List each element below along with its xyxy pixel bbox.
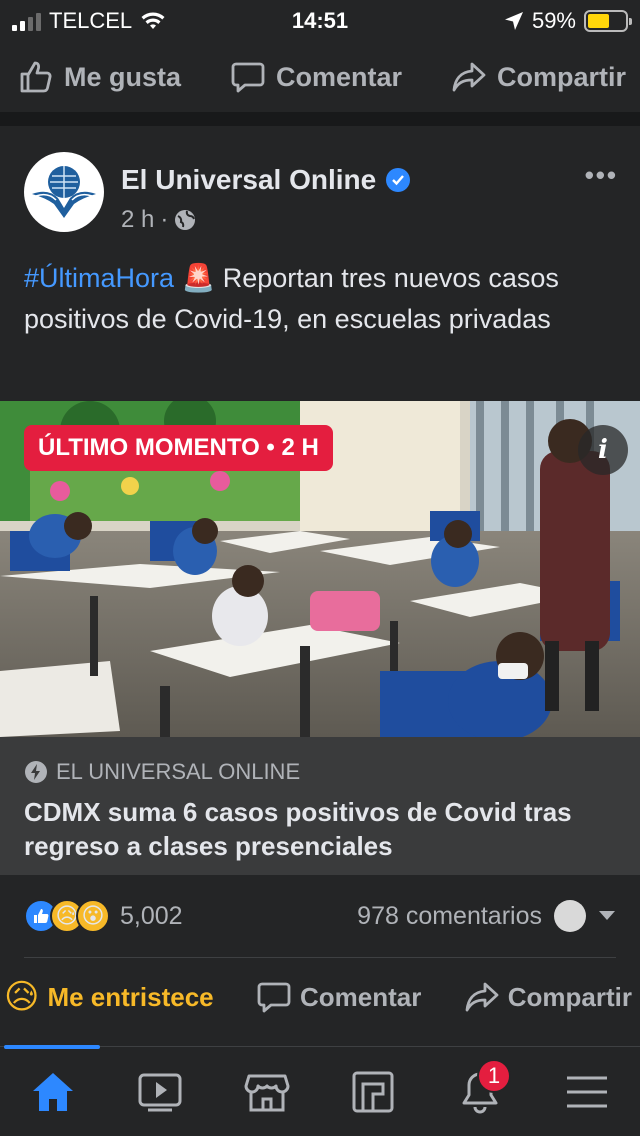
status-bar: TELCEL 14:51 59% [0,0,640,42]
link-preview[interactable]: EL UNIVERSAL ONLINE CDMX suma 6 casos po… [0,737,640,875]
page-name[interactable]: El Universal Online [121,164,411,196]
page-avatar[interactable] [24,152,104,232]
share-label: Compartir [507,981,632,1012]
reacted-label: Me entristece [47,981,214,1012]
comment-bubble-icon [231,62,265,93]
active-tab-indicator [4,1045,100,1049]
post-actions: 😥 Me entristece Comentar Compartir [0,966,640,1028]
verified-badge-icon [386,168,411,192]
tab-notifications[interactable]: 1 [445,1057,515,1127]
post-photo[interactable]: ÚLTIMO MOMENTO • 2 H i [0,401,640,737]
battery-percent: 59% [531,8,576,33]
commenter-avatar [554,900,586,932]
tab-groups[interactable] [338,1057,408,1127]
comment-label: Comentar [300,981,422,1012]
comments-summary[interactable]: 978 comentarios [357,900,616,932]
tab-watch[interactable] [125,1057,195,1127]
reaction-icons: 😥 😮 [24,899,110,933]
comments-count: 978 comentarios [357,901,542,930]
share-button[interactable]: Compartir [451,59,626,95]
instant-article-bolt-icon [25,761,47,783]
post-text: #ÚltimaHora 🚨 Reportan tres nuevos casos… [24,258,624,340]
comment-label: Comentar [275,61,403,92]
link-source: EL UNIVERSAL ONLINE [24,759,616,785]
hashtag-link[interactable]: #ÚltimaHora [24,263,174,293]
bottom-tab-bar: 1 [0,1045,640,1136]
breaking-news-badge: ÚLTIMO MOMENTO • 2 H [24,425,333,471]
marketplace-store-icon [244,1074,290,1111]
link-title: CDMX suma 6 casos positivos de Covid tra… [24,797,572,861]
notification-badge: 1 [476,1058,511,1093]
meta-separator: · [160,206,169,233]
post-time[interactable]: 2 h [121,206,154,234]
battery-icon [584,10,632,32]
reactions-summary[interactable]: 😥 😮 5,002 978 comentarios [0,875,640,957]
post-meta: 2 h · [121,206,196,234]
globe-icon [175,210,196,230]
reaction-count: 5,002 [120,901,183,930]
home-icon [33,1072,74,1111]
feed-separator [0,112,640,126]
comment-button[interactable]: Comentar [256,979,421,1015]
post-card: El Universal Online 2 h · ••• #ÚltimaHor… [0,126,640,1046]
video-play-icon [138,1073,182,1111]
link-source-text: EL UNIVERSAL ONLINE [56,759,301,784]
tab-home[interactable] [18,1057,88,1127]
chevron-down-icon [599,911,615,920]
comment-button[interactable]: Comentar [230,59,402,95]
tab-marketplace[interactable] [232,1057,302,1127]
divider [24,957,616,958]
thumbs-up-icon [20,61,52,93]
share-arrow-icon [452,62,486,92]
tab-menu[interactable] [552,1057,622,1127]
hamburger-menu-icon [566,1076,607,1107]
comment-bubble-icon [257,982,291,1013]
previous-post-actions: Me gusta Comentar Compartir [0,42,640,112]
like-button[interactable]: Me gusta [18,59,181,95]
share-button[interactable]: Compartir [464,979,632,1015]
info-icon[interactable]: i [578,425,628,475]
reaction-button[interactable]: 😥 Me entristece [4,977,214,1017]
like-label: Me gusta [64,61,182,92]
page-name-text: El Universal Online [121,164,377,195]
groups-icon [352,1071,394,1112]
siren-emoji: 🚨 [181,263,216,293]
location-arrow-icon [504,12,523,30]
eagle-logo-icon [32,166,96,218]
wow-reaction-icon: 😮 [76,899,110,933]
sad-face-icon: 😥 [4,978,40,1016]
more-options-icon[interactable]: ••• [585,160,618,191]
share-arrow-icon [465,982,499,1012]
share-label: Compartir [496,61,626,92]
